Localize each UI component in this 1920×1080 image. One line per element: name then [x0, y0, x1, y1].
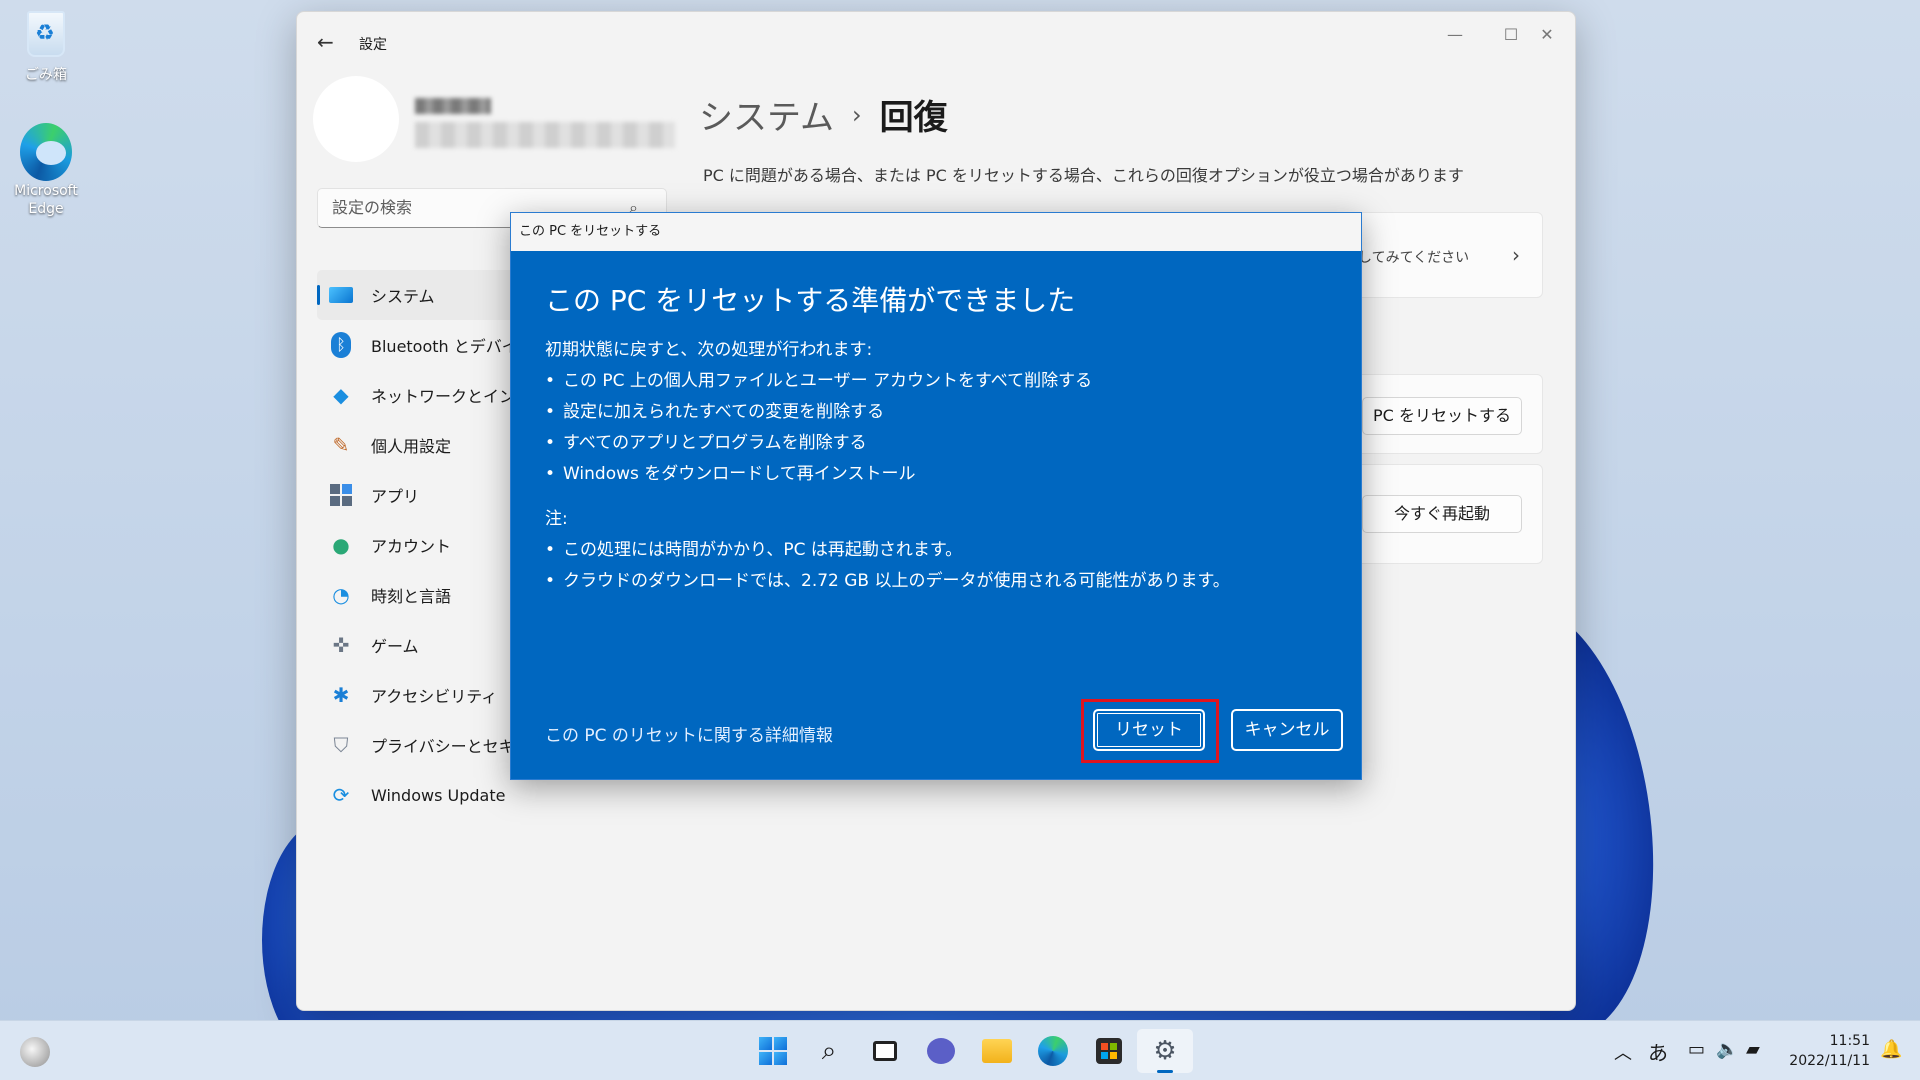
notification-icon[interactable]: 🔔: [1880, 1039, 1902, 1060]
reset-pc-button[interactable]: PC をリセットする: [1362, 397, 1522, 435]
start-icon[interactable]: [745, 1029, 801, 1073]
note-label: 注:: [545, 509, 568, 529]
back-arrow-icon[interactable]: ←: [317, 30, 341, 54]
troubleshoot-card[interactable]: 決してみてください ›: [1337, 212, 1543, 298]
shield-icon: ⛉: [333, 733, 349, 757]
minimize-button[interactable]: —: [1427, 18, 1483, 52]
clock-date: 2022/11/11: [1789, 1053, 1870, 1069]
sidebar-item-label: 個人用設定: [371, 437, 452, 456]
more-info-link[interactable]: この PC のリセットに関する詳細情報: [545, 721, 833, 746]
sidebar-item-label: Bluetooth とデバイス: [371, 337, 534, 356]
sidebar-item-label: 時刻と言語: [371, 587, 452, 606]
advanced-startup-card: 今すぐ再起動: [1337, 464, 1543, 564]
sidebar-item-label: Windows Update: [371, 785, 506, 805]
accessibility-icon: ✱: [332, 683, 350, 707]
brush-icon: ✎: [332, 433, 350, 457]
sidebar-item-label: アカウント: [371, 537, 452, 556]
title-bar: ← 設定 — ☐ ✕: [297, 12, 1575, 72]
taskbar: ⌕ ⚙ ︿ あ ▭ 🔈 ▰ 11:51 2022/11/11 🔔: [0, 1020, 1920, 1080]
avatar[interactable]: [313, 76, 399, 162]
dialog-title: この PC をリセットする: [511, 213, 1361, 251]
monitor-icon: [327, 281, 355, 309]
reset-pc-card: PC をリセットする: [1337, 374, 1543, 454]
chevron-right-icon: ›: [1512, 243, 1520, 267]
ime-indicator[interactable]: あ: [1648, 1037, 1668, 1066]
battery-icon[interactable]: ▰: [1746, 1039, 1760, 1060]
desktop-icon-edge[interactable]: Microsoft Edge: [6, 123, 86, 218]
breadcrumb-parent[interactable]: システム: [699, 90, 834, 139]
sidebar-item-label: アクセシビリティ: [371, 687, 498, 706]
list-item: • この処理には時間がかかり、PC は再起動されます。: [545, 540, 963, 560]
network-icon[interactable]: ▭: [1688, 1039, 1705, 1060]
account-email-redacted: [415, 122, 675, 148]
bluetooth-icon: ᛒ: [327, 331, 355, 359]
sidebar-item-label: アプリ: [371, 487, 420, 506]
settings-icon[interactable]: ⚙: [1137, 1029, 1193, 1073]
file-explorer-icon[interactable]: [969, 1029, 1025, 1073]
clock-time: 11:51: [1829, 1033, 1870, 1049]
volume-icon[interactable]: 🔈: [1716, 1039, 1738, 1060]
chat-icon[interactable]: [913, 1029, 969, 1073]
apps-icon: [327, 481, 355, 509]
list-item: • この PC 上の個人用ファイルとユーザー アカウントをすべて削除する: [545, 371, 1093, 391]
app-title: 設定: [359, 37, 387, 53]
wifi-icon: ◆: [333, 383, 349, 407]
search-icon[interactable]: ⌕: [801, 1029, 857, 1073]
clock[interactable]: 11:51 2022/11/11: [1786, 1031, 1870, 1071]
dialog-heading: この PC をリセットする準備ができました: [545, 284, 1076, 317]
task-view-icon[interactable]: [857, 1029, 913, 1073]
account-icon: ●: [332, 533, 350, 557]
chevron-up-icon[interactable]: ︿: [1614, 1039, 1632, 1065]
edge-icon[interactable]: [1025, 1029, 1081, 1073]
troubleshoot-text: 決してみてください: [1344, 250, 1470, 266]
list-item: • クラウドのダウンロードでは、2.72 GB 以上のデータが使用される可能性があ…: [545, 571, 1230, 591]
restart-now-button[interactable]: 今すぐ再起動: [1362, 495, 1522, 533]
account-name-redacted: [415, 98, 491, 114]
page-description: PC に問題がある場合、または PC をリセットする場合、これらの回復オプション…: [703, 166, 1464, 185]
reset-button[interactable]: リセット: [1093, 709, 1205, 751]
breadcrumb: システム › 回復: [699, 90, 948, 139]
taskbar-apps: ⌕ ⚙: [745, 1029, 1193, 1073]
chevron-right-icon: ›: [851, 100, 862, 129]
sidebar-item-label: ゲーム: [371, 637, 419, 656]
desktop-icon-recycle-bin[interactable]: ごみ箱: [6, 8, 86, 84]
page-title: 回復: [879, 98, 948, 138]
edge-icon: [20, 123, 72, 181]
gamepad-icon: ✜: [332, 633, 350, 657]
close-button[interactable]: ✕: [1519, 18, 1575, 52]
dialog-intro: 初期状態に戻すと、次の処理が行われます:: [545, 340, 873, 360]
sidebar-item-label: システム: [371, 287, 435, 306]
list-item: • 設定に加えられたすべての変更を削除する: [545, 402, 885, 422]
desktop-icon-label: Microsoft Edge: [14, 183, 78, 217]
cancel-button[interactable]: キャンセル: [1231, 709, 1343, 751]
widgets-icon[interactable]: [20, 1037, 50, 1067]
desktop-icon-label: ごみ箱: [25, 67, 67, 83]
recycle-bin-icon: [20, 8, 72, 60]
dialog-body: 初期状態に戻すと、次の処理が行われます: • この PC 上の個人用ファイルとユー…: [545, 335, 1230, 597]
update-icon: ⟳: [332, 783, 350, 807]
store-icon[interactable]: [1081, 1029, 1137, 1073]
globe-clock-icon: ◔: [332, 583, 350, 607]
list-item: • Windows をダウンロードして再インストール: [545, 464, 916, 484]
reset-pc-dialog: この PC をリセットする この PC をリセットする準備ができました 初期状態…: [510, 212, 1362, 780]
list-item: • すべてのアプリとプログラムを削除する: [545, 433, 867, 453]
